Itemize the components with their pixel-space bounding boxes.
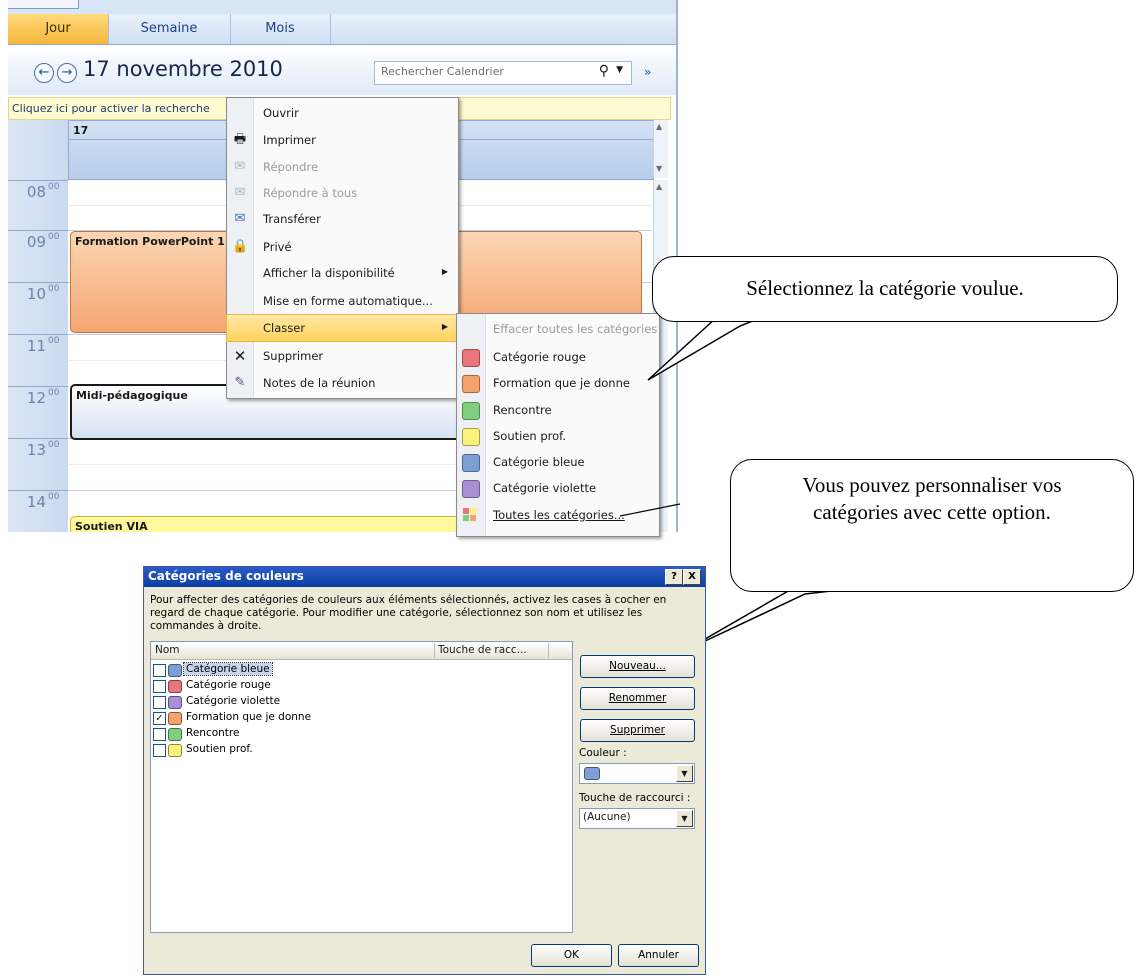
rename-category-button[interactable]: Renommer bbox=[580, 687, 695, 710]
callout-bottom-tail-line bbox=[619, 503, 681, 517]
category-checkbox[interactable] bbox=[153, 664, 166, 677]
list-header: Nom Touche de racc... bbox=[151, 642, 572, 660]
ok-button[interactable]: OK bbox=[531, 944, 612, 967]
color-label: Couleur : bbox=[579, 747, 627, 759]
category-name[interactable]: Catégorie bleue bbox=[183, 662, 273, 676]
callout-bottom-pointer bbox=[685, 589, 841, 651]
category-name[interactable]: Formation que je donne bbox=[184, 711, 313, 723]
button-label: Supprimer bbox=[610, 724, 665, 736]
category-checkbox[interactable] bbox=[153, 696, 166, 709]
new-category-button[interactable]: Nouveau... bbox=[580, 655, 695, 678]
color-swatch bbox=[584, 767, 600, 780]
color-categories-dialog: Catégories de couleurs ? X Pour affecter… bbox=[143, 566, 706, 975]
category-name[interactable]: Rencontre bbox=[184, 727, 241, 739]
chevron-down-icon[interactable]: ▼ bbox=[676, 765, 693, 782]
dialog-title-bar: Catégories de couleurs ? X bbox=[144, 567, 705, 587]
category-checkbox[interactable] bbox=[153, 680, 166, 693]
column-divider[interactable] bbox=[548, 643, 549, 658]
category-name[interactable]: Soutien prof. bbox=[184, 743, 255, 755]
list-item[interactable]: ✓ Formation que je donne bbox=[153, 711, 453, 727]
close-button[interactable]: X bbox=[683, 569, 701, 585]
shortcut-label: Touche de raccourci : bbox=[579, 792, 691, 804]
button-label: Renommer bbox=[608, 692, 667, 704]
column-divider[interactable] bbox=[434, 643, 435, 658]
cancel-button[interactable]: Annuler bbox=[618, 944, 699, 967]
callout-customize-categories: Vous pouvez personnaliser vos catégories… bbox=[730, 459, 1134, 592]
dialog-title: Catégories de couleurs bbox=[148, 569, 304, 583]
dialog-instructions: Pour affecter des catégories de couleurs… bbox=[150, 594, 667, 632]
shortcut-value: (Aucune) bbox=[583, 811, 631, 823]
button-label: Nouveau... bbox=[609, 660, 666, 672]
color-swatch bbox=[168, 680, 182, 693]
help-button[interactable]: ? bbox=[665, 569, 683, 585]
category-checkbox[interactable] bbox=[153, 728, 166, 741]
list-item[interactable]: Soutien prof. bbox=[153, 743, 453, 759]
category-list[interactable]: Nom Touche de racc... Catégorie bleue Ca… bbox=[150, 641, 573, 933]
column-header-shortcut[interactable]: Touche de racc... bbox=[438, 644, 527, 656]
color-swatch bbox=[168, 664, 182, 677]
list-item[interactable]: Catégorie bleue bbox=[153, 662, 453, 679]
delete-category-button[interactable]: Supprimer bbox=[580, 719, 695, 742]
list-item[interactable]: Rencontre bbox=[153, 727, 453, 743]
category-name[interactable]: Catégorie violette bbox=[184, 695, 282, 707]
callout-top-pointer bbox=[647, 317, 761, 381]
category-checkbox-checked[interactable]: ✓ bbox=[153, 712, 166, 725]
shortcut-select[interactable]: (Aucune) ▼ bbox=[579, 808, 695, 829]
color-select[interactable]: ▼ bbox=[579, 763, 695, 784]
category-checkbox[interactable] bbox=[153, 744, 166, 757]
list-item[interactable]: Catégorie rouge bbox=[153, 679, 453, 695]
column-header-nom[interactable]: Nom bbox=[155, 644, 180, 656]
callout-text: Vous pouvez personnaliser vos catégories… bbox=[802, 473, 1062, 524]
color-swatch bbox=[168, 728, 182, 741]
callout-select-category: Sélectionnez la catégorie voulue. bbox=[652, 256, 1118, 322]
color-swatch bbox=[168, 712, 182, 725]
color-swatch bbox=[168, 744, 182, 757]
chevron-down-icon[interactable]: ▼ bbox=[676, 810, 693, 827]
list-item[interactable]: Catégorie violette bbox=[153, 695, 453, 711]
category-name[interactable]: Catégorie rouge bbox=[184, 679, 273, 691]
color-swatch bbox=[168, 696, 182, 709]
